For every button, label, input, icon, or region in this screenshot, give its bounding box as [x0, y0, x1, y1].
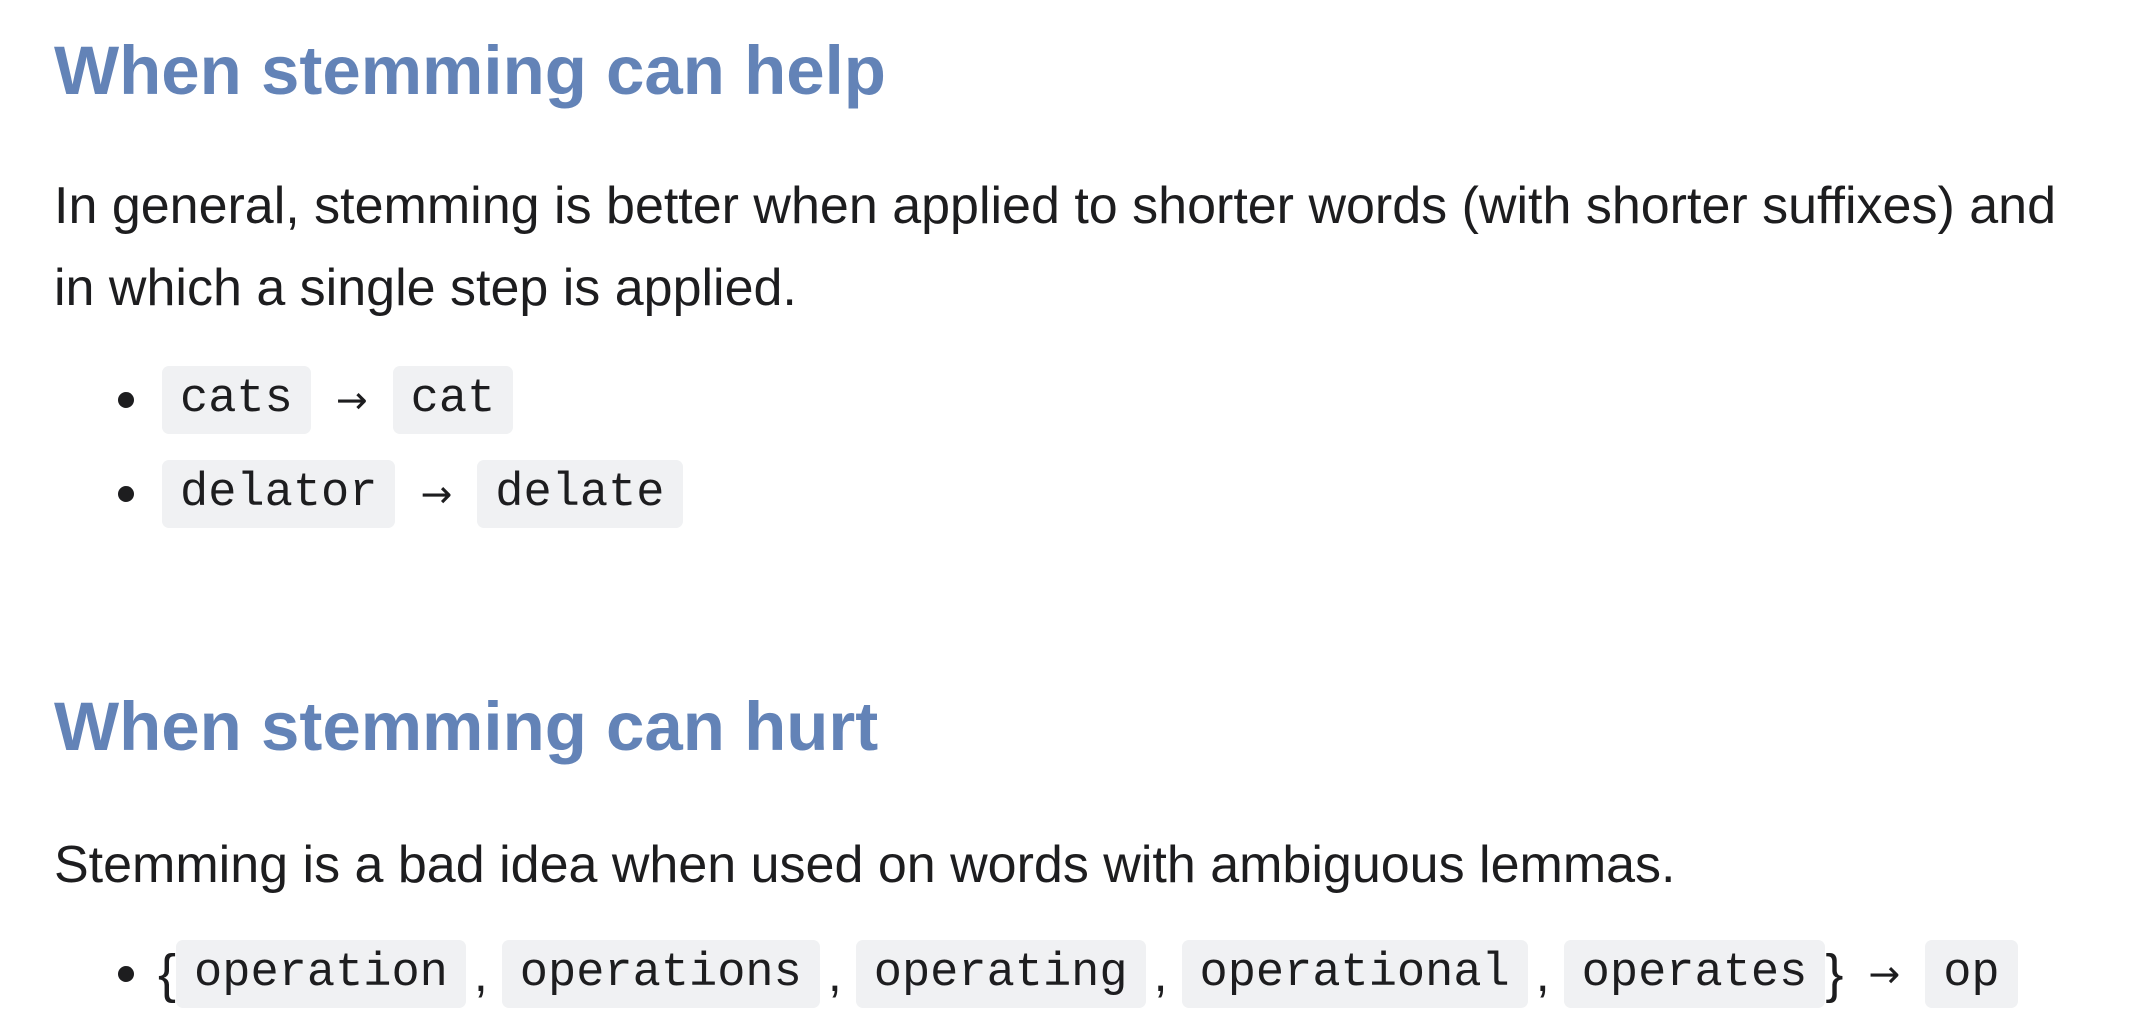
- bullet-dot-icon: [118, 392, 134, 408]
- code-stem-word: cat: [392, 366, 514, 434]
- document-page: When stemming can help In general, stemm…: [0, 0, 2141, 1032]
- bullet-dot-icon: [118, 486, 134, 502]
- code-source-word: operations: [501, 940, 820, 1008]
- paragraph-stemming-help: In general, stemming is better when appl…: [54, 165, 2056, 329]
- bullet-dot-icon: [118, 966, 134, 982]
- right-arrow-icon: →: [1868, 952, 1901, 996]
- paragraph-line-1: In general, stemming is better when appl…: [54, 177, 2056, 235]
- code-source-word: operation: [176, 940, 466, 1008]
- open-brace: {: [158, 944, 177, 1004]
- paragraph-stemming-hurt: Stemming is a bad idea when used on word…: [54, 836, 1676, 894]
- paragraph-line-2: in which a single step is applied.: [54, 259, 797, 317]
- code-source-word: operates: [1563, 940, 1826, 1008]
- right-arrow-icon: →: [335, 378, 368, 422]
- code-source-word: cats: [162, 366, 311, 434]
- comma-separator: ,: [827, 946, 842, 1002]
- comma-separator: ,: [1535, 946, 1550, 1002]
- heading-stemming-can-hurt: When stemming can hurt: [54, 688, 879, 765]
- close-brace: }: [1825, 944, 1844, 1004]
- code-stem-word: op: [1925, 940, 2018, 1008]
- comma-separator: ,: [1153, 946, 1168, 1002]
- example-mapping: cats → cat: [162, 365, 514, 435]
- code-source-word: operating: [855, 940, 1146, 1008]
- heading-stemming-can-help: When stemming can help: [54, 32, 886, 109]
- example-mapping: delator → delate: [162, 459, 683, 529]
- example-mapping: { operation , operations , operating , o…: [158, 939, 2018, 1009]
- code-source-word: delator: [162, 460, 396, 528]
- comma-separator: ,: [473, 946, 488, 1002]
- code-source-word: operational: [1181, 940, 1528, 1008]
- right-arrow-icon: →: [420, 472, 453, 516]
- code-stem-word: delate: [477, 460, 683, 528]
